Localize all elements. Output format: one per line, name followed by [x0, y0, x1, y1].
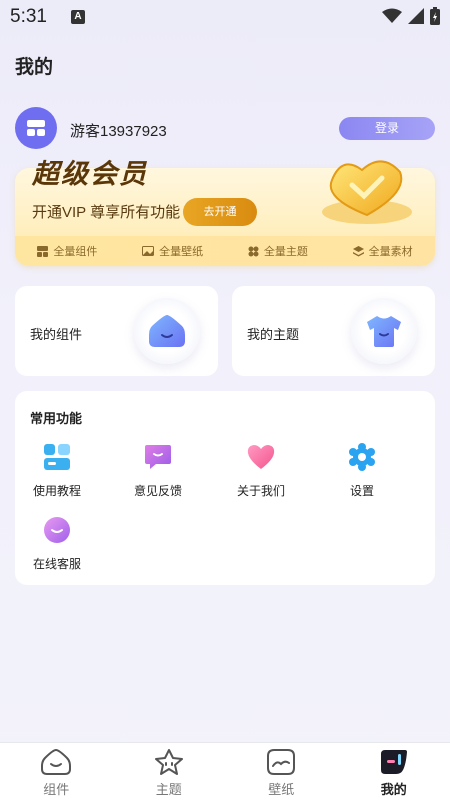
vip-subtitle: 开通VIP 尊享所有功能: [32, 204, 181, 221]
widgets-icon-wrap: [134, 298, 200, 364]
tutorial-icon: [42, 442, 72, 472]
my-widgets-label: 我的组件: [30, 328, 83, 343]
gear-icon: [347, 442, 377, 472]
vip-open-button[interactable]: 去开通: [183, 198, 257, 226]
benefit-label: 全量主题: [263, 245, 308, 258]
tab-widgets[interactable]: 组件: [0, 743, 113, 800]
vip-title: 超级会员: [32, 159, 148, 190]
wallpaper-tab-icon: [267, 749, 296, 775]
flower-icon: [248, 246, 259, 256]
benefit-materials: 全量素材: [352, 243, 413, 259]
my-widgets-card[interactable]: 我的组件: [15, 286, 218, 376]
tab-label: 我的: [380, 783, 407, 798]
wifi-icon: [382, 8, 402, 23]
mine-tab-icon: [380, 750, 407, 774]
notification-icon: A: [71, 10, 85, 24]
star-tab-icon: [154, 749, 183, 775]
vip-benefits: 全量组件 全量壁纸 全量主题 全量素材: [15, 236, 435, 266]
page-title: 我的: [15, 56, 54, 78]
themes-icon-wrap: [351, 298, 417, 364]
bottom-tab-bar: 组件 主题 壁纸 我的: [0, 742, 450, 800]
status-bar: 5:31 A: [0, 0, 450, 36]
battery-icon: [430, 7, 440, 25]
house-icon: [149, 315, 185, 347]
avatar[interactable]: [15, 107, 57, 149]
heart-icon: [246, 442, 276, 472]
benefit-label: 全量组件: [53, 245, 98, 258]
common-functions-panel: 常用功能 使用教程 意见反馈 关于我们 设置 在线客服: [15, 391, 435, 585]
signal-icon: [408, 8, 424, 24]
widget-grid-icon: [37, 245, 49, 257]
tab-label: 组件: [43, 783, 70, 798]
tab-themes[interactable]: 主题: [113, 743, 226, 800]
function-online-service[interactable]: 在线客服: [12, 515, 102, 572]
function-tutorial[interactable]: 使用教程: [12, 442, 102, 499]
tab-label: 壁纸: [268, 783, 295, 798]
status-icons: [382, 7, 440, 25]
benefit-themes: 全量主题: [248, 243, 308, 259]
feedback-icon: [143, 442, 173, 472]
vip-crown-icon: [322, 160, 412, 224]
shirt-icon: [367, 316, 401, 347]
benefit-label: 全量壁纸: [159, 245, 204, 258]
function-settings[interactable]: 设置: [317, 442, 407, 499]
function-feedback[interactable]: 意见反馈: [113, 442, 203, 499]
function-about-us[interactable]: 关于我们: [216, 442, 306, 499]
layers-icon: [352, 245, 364, 256]
benefit-wallpapers: 全量壁纸: [142, 243, 203, 259]
benefit-label: 全量素材: [368, 245, 413, 258]
chat-bubble-icon: [42, 515, 72, 545]
my-themes-label: 我的主题: [247, 328, 300, 343]
my-themes-card[interactable]: 我的主题: [232, 286, 435, 376]
login-button[interactable]: 登录: [339, 117, 435, 140]
function-label: 关于我们: [236, 484, 285, 498]
username: 游客13937923: [70, 123, 167, 140]
avatar-icon: [27, 120, 45, 136]
function-label: 意见反馈: [133, 484, 182, 498]
image-icon: [142, 246, 155, 256]
tab-wallpapers[interactable]: 壁纸: [225, 743, 338, 800]
benefit-widgets: 全量组件: [37, 243, 97, 259]
status-time: 5:31: [10, 6, 47, 27]
functions-title: 常用功能: [30, 412, 83, 427]
tab-label: 主题: [155, 783, 182, 798]
function-label: 使用教程: [32, 484, 81, 498]
function-label: 在线客服: [32, 557, 81, 571]
widgets-tab-icon: [41, 748, 72, 775]
function-label: 设置: [349, 484, 374, 498]
tab-mine[interactable]: 我的: [338, 743, 450, 800]
